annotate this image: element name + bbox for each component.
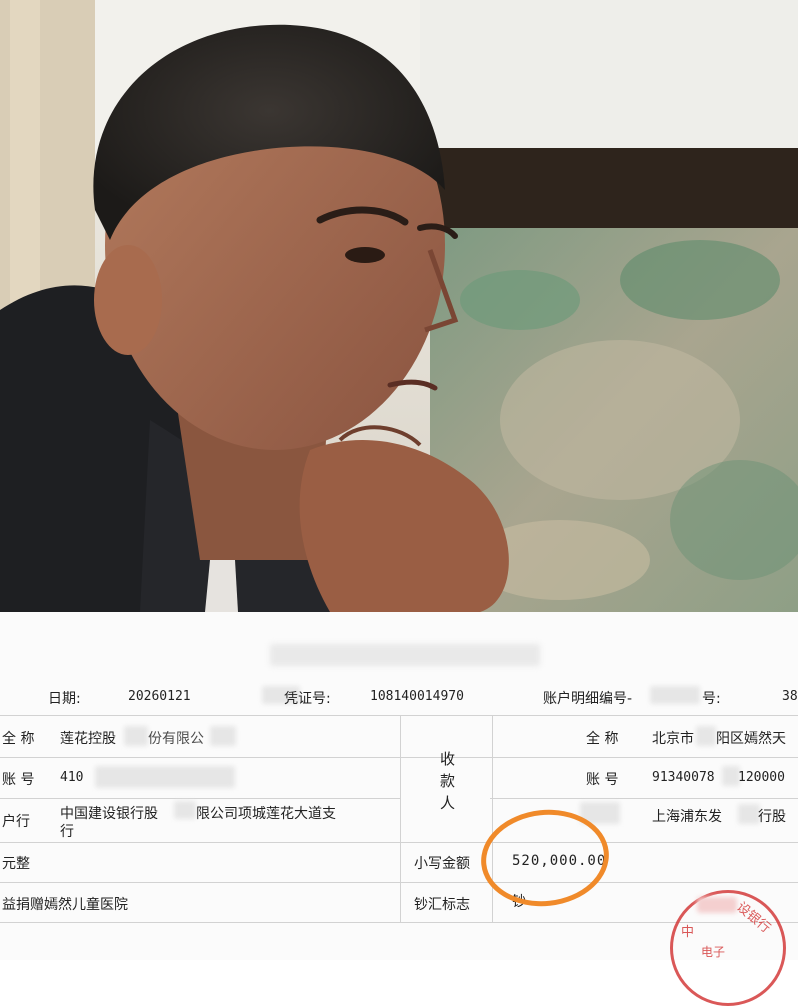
receipt-title-redacted: [270, 644, 540, 666]
payer-account-value: 410: [60, 770, 84, 785]
payee-name-value: 北京市: [652, 731, 694, 747]
redacted: [174, 801, 196, 819]
redacted: [650, 686, 700, 704]
currency-flag-label: 钞汇标志: [414, 897, 470, 913]
payee-bank-tail: 行股: [758, 809, 786, 825]
payee-label: 收款人: [440, 750, 456, 812]
amount-small-label: 小写金额: [414, 856, 470, 872]
grid-line: [490, 798, 798, 799]
redacted: [697, 897, 737, 913]
payee-account-value: 91340078: [652, 770, 715, 785]
grid-line: [0, 842, 798, 843]
amount-words-label: 元整: [2, 856, 30, 872]
redacted: [95, 766, 235, 788]
portrait-photo: [0, 0, 798, 612]
grid-line: [0, 798, 400, 799]
date-label: 日期:: [48, 691, 81, 707]
voucher-value: 108140014970: [370, 689, 464, 704]
payer-account-label: 账 号: [2, 772, 35, 788]
grid-line: [0, 715, 798, 716]
redacted: [738, 804, 760, 824]
bank-seal-stamp: 中 设银行 电子: [670, 890, 786, 1006]
stamp-text-top: 中: [681, 925, 695, 940]
account-detail-suffix: 号:: [702, 691, 721, 707]
grid-line: [492, 715, 493, 922]
voucher-label: 凭证号:: [284, 691, 331, 707]
date-value: 20260121: [128, 689, 191, 704]
redacted: [696, 726, 716, 746]
payer-bank-value: 中国建设银行股: [60, 806, 158, 822]
payer-bank-label: 户行: [2, 814, 30, 830]
payer-name-tail: 份有限公: [148, 731, 204, 747]
stamp-text-bottom: 电子: [701, 945, 726, 959]
grid-line: [400, 715, 401, 922]
payee-bank-value: 上海浦东发: [652, 809, 722, 825]
grid-line: [0, 882, 798, 883]
redacted: [210, 726, 236, 746]
payee-name-label: 全 称: [586, 731, 619, 747]
purpose-value: 益捐赠嫣然儿童医院: [2, 897, 128, 913]
account-detail-value: 38: [782, 689, 798, 704]
account-detail-label: 账户明细编号-: [543, 691, 633, 707]
payee-name-tail: 阳区嫣然天: [716, 731, 786, 747]
payee-account-label: 账 号: [586, 772, 619, 788]
photo-illustration: [0, 0, 798, 612]
payer-name-label: 全 称: [2, 731, 35, 747]
payee-account-tail: 120000: [738, 770, 785, 785]
payer-bank-value-tail: 限公司项城莲花大道支: [196, 806, 336, 822]
payer-name-value: 莲花控股: [60, 731, 116, 747]
payer-bank-value-line2: 行: [60, 824, 74, 840]
redacted: [124, 726, 148, 746]
grid-line: [0, 757, 798, 758]
